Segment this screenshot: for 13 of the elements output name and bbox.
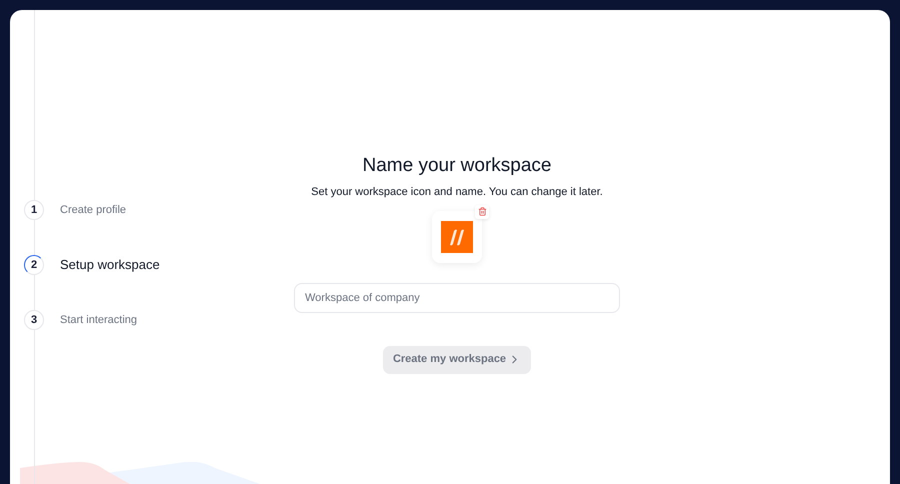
delete-icon-button[interactable]: [475, 204, 489, 218]
step-label: Setup workspace: [60, 256, 160, 274]
step-number: 2: [24, 255, 44, 275]
step-label: Start interacting: [60, 312, 138, 328]
workspace-logo-icon: [441, 220, 473, 252]
step-label: Create profile: [60, 202, 126, 218]
workspace-icon-card[interactable]: [432, 210, 482, 262]
step-number: 3: [24, 310, 44, 330]
page-subtitle: Set your workspace icon and name. You can change it later.: [311, 185, 603, 200]
trash-icon: [478, 207, 486, 216]
workspace-name-field[interactable]: Workspace of company: [294, 282, 620, 312]
step-number: 1: [24, 200, 44, 220]
page-heading: Name your workspace: [362, 154, 552, 178]
